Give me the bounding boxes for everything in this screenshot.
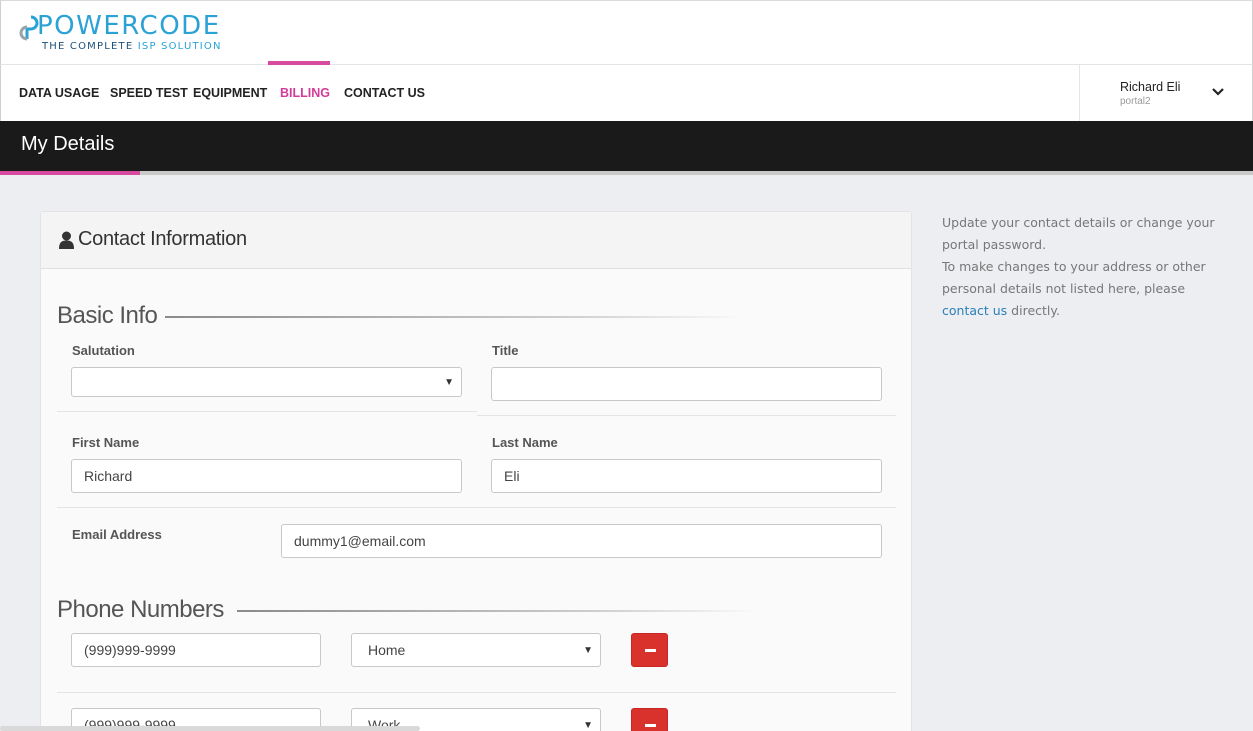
user-icon [59,231,74,249]
powercode-logo[interactable]: POWERCODE THE COMPLETE ISP SOLUTION [17,11,232,57]
minus-icon [645,724,656,727]
row-divider [477,415,896,416]
basic-info-rule [165,316,745,318]
last-name-input[interactable]: Eli [491,459,882,493]
caret-down-icon: ▼ [583,720,593,731]
remove-phone-button[interactable] [631,708,668,731]
basic-info-heading: Basic Info [57,302,158,329]
main-nav: DATA USAGE SPEED TEST EQUIPMENT BILLING … [0,65,1253,121]
email-input[interactable]: dummy1@email.com [281,524,882,558]
top-header: POWERCODE THE COMPLETE ISP SOLUTION [0,0,1253,66]
first-name-input[interactable]: Richard [71,459,462,493]
card-header: Contact Information [41,212,911,269]
contact-info-card: Contact Information Basic Info Salutatio… [40,211,912,731]
last-name-label: Last Name [492,435,558,450]
user-menu[interactable]: Richard Eli portal2 [1079,65,1253,121]
help-line-1: Update your contact details or change yo… [942,215,1215,252]
logo-tagline-prefix: THE COMPLETE [42,41,134,52]
page-title-accent [0,171,140,175]
remove-phone-button[interactable] [631,633,668,667]
email-label: Email Address [72,527,162,542]
page-title-rule [140,171,1253,175]
caret-down-icon: ▼ [444,377,454,388]
help-text: Update your contact details or change yo… [942,212,1222,322]
title-input[interactable] [491,367,882,401]
salutation-label: Salutation [72,343,135,358]
nav-speed-test[interactable]: SPEED TEST [110,65,188,121]
title-label: Title [492,343,519,358]
nav-equipment[interactable]: EQUIPMENT [193,65,267,121]
caret-down-icon: ▼ [583,645,593,656]
help-line-3: directly. [1011,303,1060,318]
minus-icon [645,649,656,652]
first-name-label: First Name [72,435,140,450]
row-divider [57,692,896,693]
page-title: My Details [21,133,115,155]
chevron-down-icon [1212,88,1224,96]
logo-tagline: THE COMPLETE ISP SOLUTION [42,41,222,52]
horizontal-scrollbar[interactable] [0,726,420,731]
phone-type-select[interactable]: Home ▼ [351,633,601,667]
help-line-2: To make changes to your address or other… [942,259,1206,296]
phone-number-input[interactable]: (999)999-9999 [71,633,321,667]
logo-tagline-highlight: ISP SOLUTION [137,41,222,52]
logo-name: POWERCODE [37,11,221,41]
user-name: Richard Eli [1120,80,1181,94]
phone-numbers-heading: Phone Numbers [57,596,224,623]
nav-contact-us[interactable]: CONTACT US [344,65,425,121]
phone-numbers-rule [237,610,757,612]
user-account: portal2 [1120,96,1151,107]
phone-type-value: Home [368,642,406,658]
nav-data-usage[interactable]: DATA USAGE [19,65,99,121]
page-title-bar: My Details [0,121,1253,171]
row-divider [57,411,477,412]
card-title: Contact Information [78,228,247,250]
contact-us-link[interactable]: contact us [942,303,1007,318]
row-divider [57,507,896,508]
nav-billing[interactable]: BILLING [280,65,330,121]
salutation-select[interactable]: ▼ [71,367,462,397]
